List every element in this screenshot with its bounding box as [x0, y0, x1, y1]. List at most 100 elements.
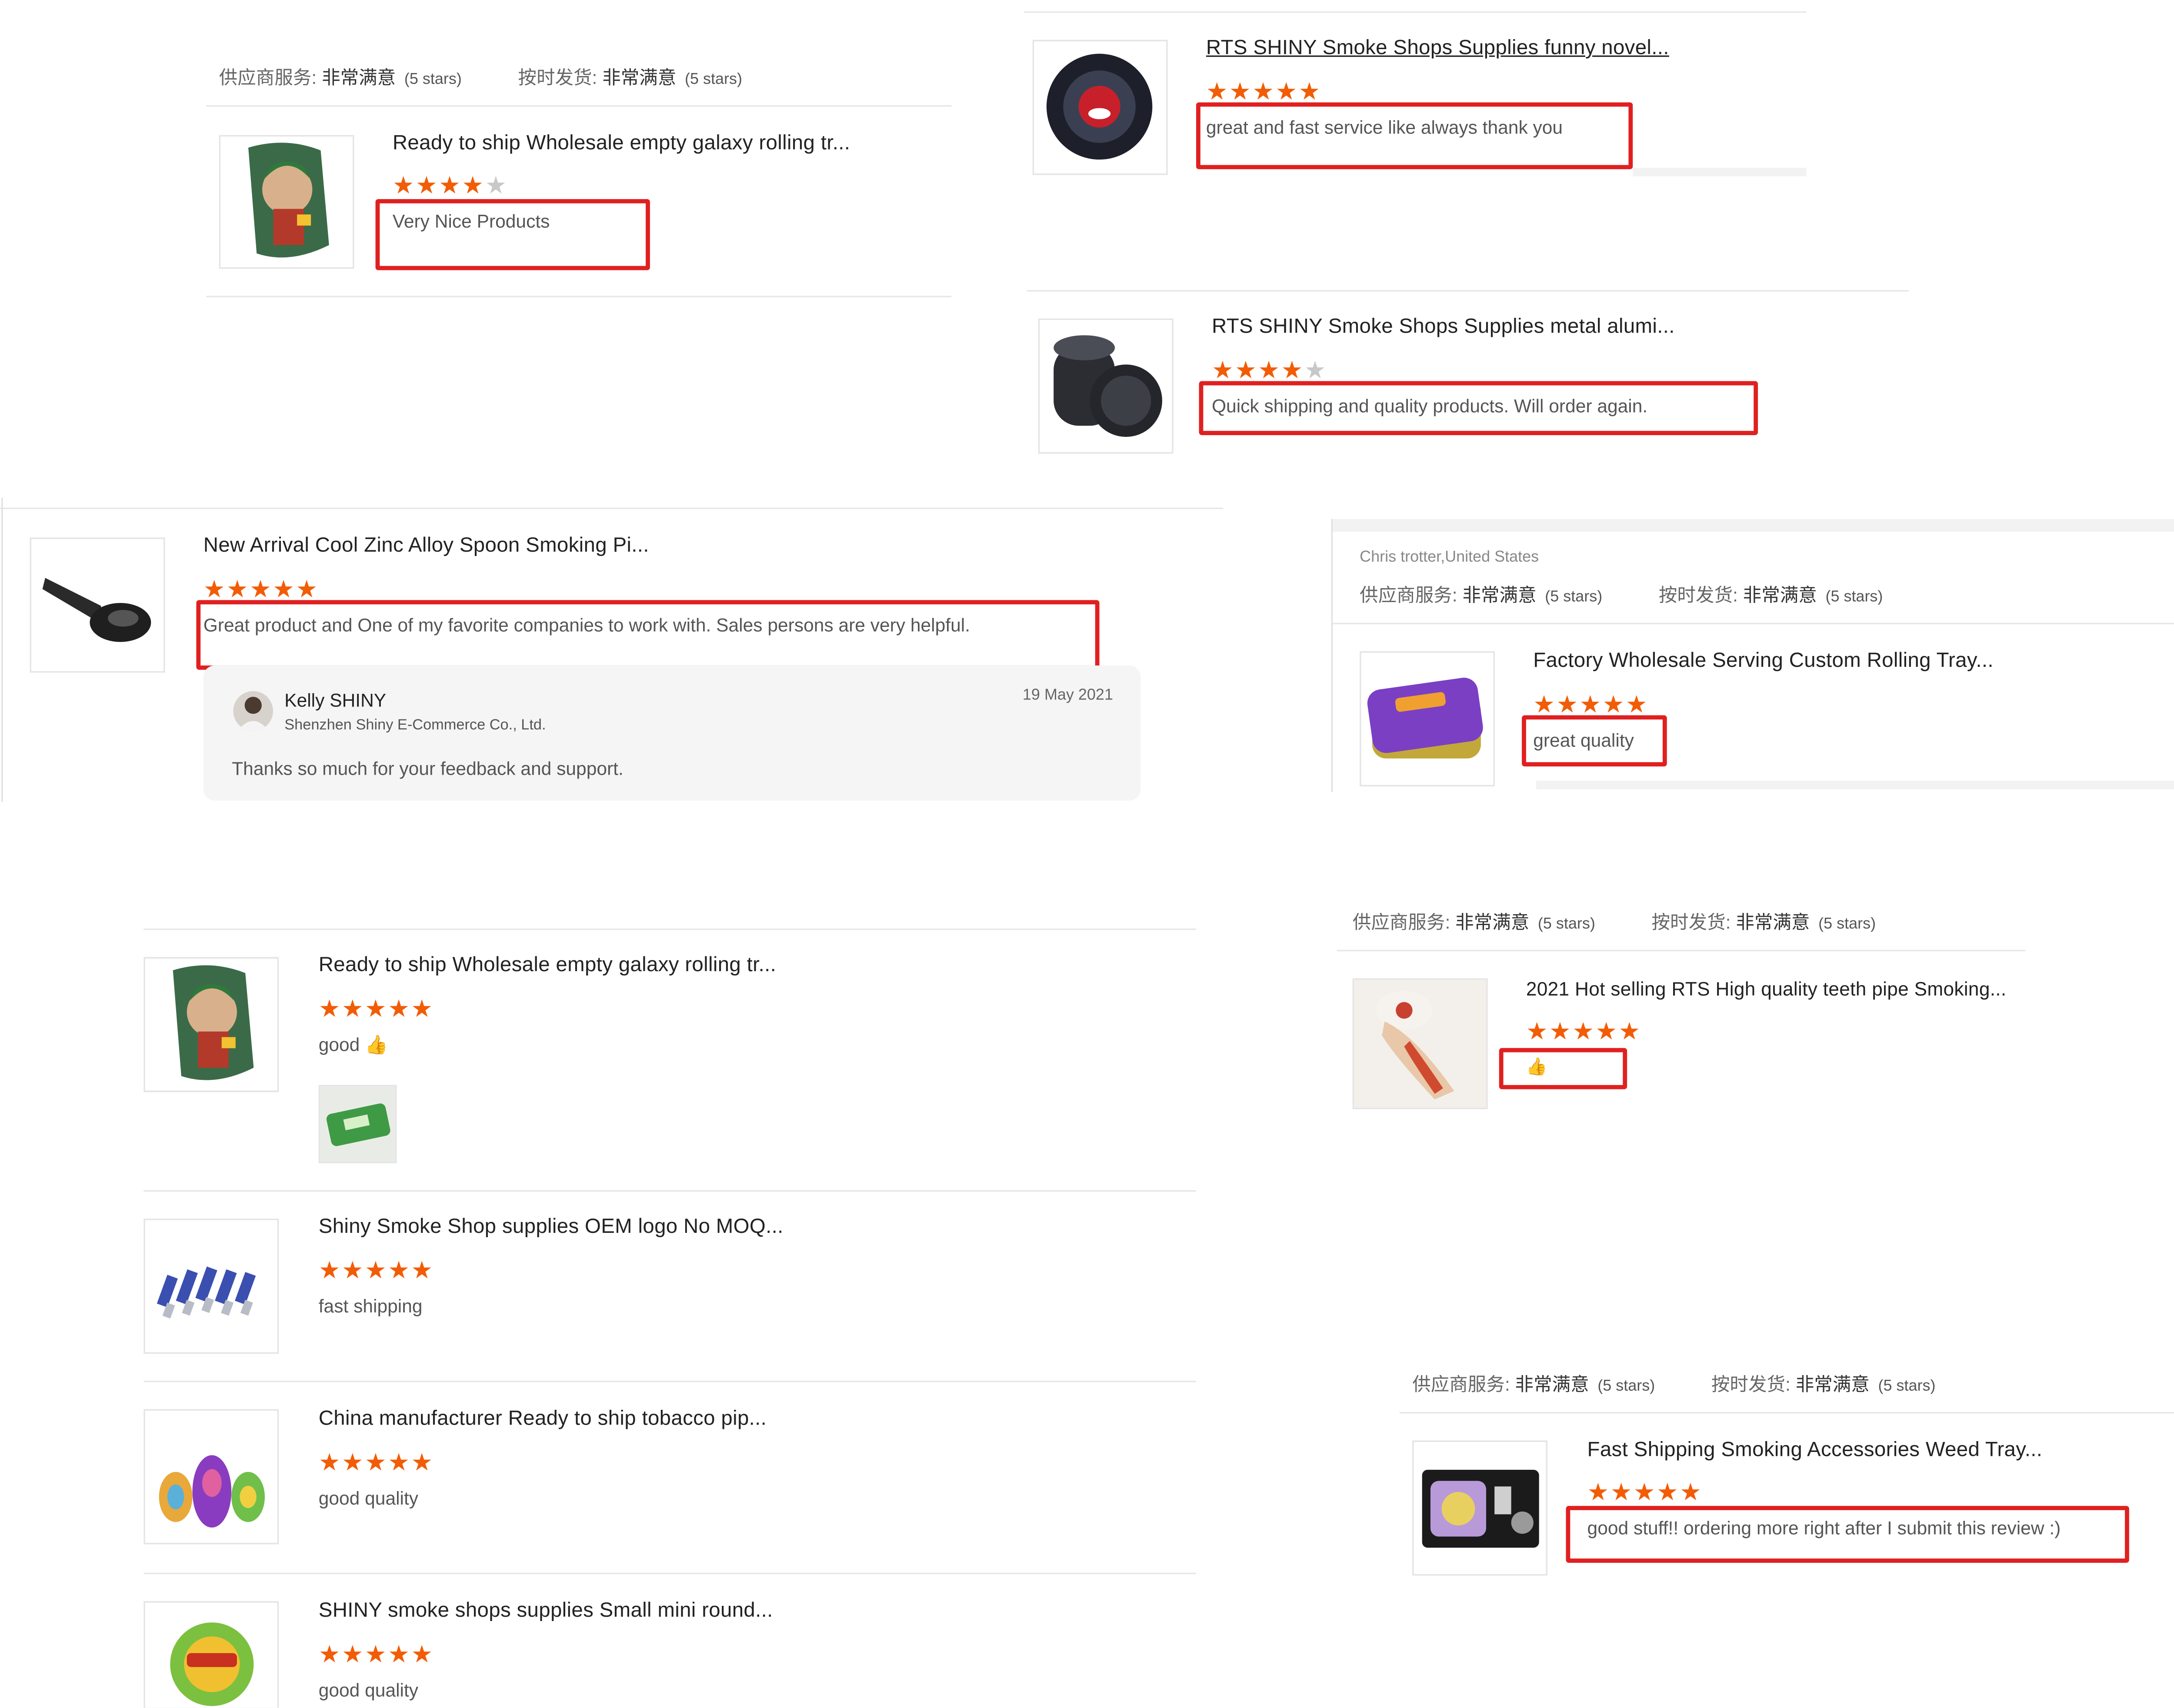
- star-rating: ★★★★★: [1206, 80, 1322, 104]
- star-filled-icon: ★: [1610, 1478, 1634, 1506]
- divider: [143, 1572, 1196, 1575]
- star-filled-icon: ★: [341, 995, 365, 1022]
- star-rating: ★★★★★: [1212, 358, 1327, 383]
- star-filled-icon: ★: [318, 1449, 342, 1476]
- divider: [1024, 11, 1807, 13]
- green-tray-photo: [320, 1086, 396, 1162]
- star-filled-icon: ★: [1526, 1018, 1550, 1045]
- reply-date: 19 May 2021: [1022, 686, 1113, 704]
- supplier-service-stars: (5 stars): [404, 71, 462, 88]
- product-title[interactable]: Factory Wholesale Serving Custom Rolling…: [1533, 650, 1994, 673]
- star-filled-icon: ★: [273, 576, 296, 603]
- star-filled-icon: ★: [388, 1449, 411, 1476]
- star-filled-icon: ★: [388, 995, 411, 1022]
- product-title[interactable]: New Arrival Cool Zinc Alloy Spoon Smokin…: [203, 535, 649, 557]
- product-thumbnail[interactable]: [143, 1601, 279, 1708]
- supplier-service-rating: 非常满意: [1455, 911, 1530, 933]
- supplier-service-stars: (5 stars): [1597, 1378, 1655, 1395]
- review-comment: good 👍: [318, 1034, 388, 1055]
- star-filled-icon: ★: [392, 172, 416, 199]
- product-thumbnail[interactable]: [143, 1409, 279, 1545]
- product-thumbnail[interactable]: [1032, 40, 1168, 175]
- supplier-service-rating: 非常满意: [1515, 1373, 1589, 1395]
- product-thumbnail[interactable]: [143, 1219, 279, 1354]
- person-avatar-icon: [237, 696, 269, 731]
- highlight-box: [1499, 1048, 1627, 1089]
- product-title[interactable]: Fast Shipping Smoking Accessories Weed T…: [1587, 1439, 2043, 1462]
- star-filled-icon: ★: [1602, 691, 1626, 718]
- star-filled-icon: ★: [462, 172, 485, 199]
- star-filled-icon: ★: [1556, 691, 1580, 718]
- divider: [1536, 780, 2174, 789]
- star-filled-icon: ★: [1587, 1478, 1610, 1506]
- product-title[interactable]: Ready to ship Wholesale empty galaxy rol…: [319, 954, 776, 977]
- star-filled-icon: ★: [1281, 357, 1304, 384]
- star-filled-icon: ★: [365, 995, 388, 1022]
- product-thumbnail[interactable]: [1352, 978, 1488, 1109]
- review-photo[interactable]: [318, 1085, 397, 1163]
- star-filled-icon: ★: [365, 1257, 388, 1284]
- divider: [0, 507, 1224, 509]
- star-filled-icon: ★: [1206, 78, 1230, 106]
- divider: [1633, 167, 1807, 176]
- product-title[interactable]: 2021 Hot selling RTS High quality teeth …: [1526, 979, 2007, 1000]
- star-filled-icon: ★: [388, 1257, 411, 1284]
- star-filled-icon: ★: [1595, 1018, 1619, 1045]
- divider: [1333, 623, 2174, 625]
- delivery-stars: (5 stars): [1825, 589, 1883, 606]
- rating-meta: 供应商服务: 非常满意 (5 stars) 按时发货: 非常满意 (5 stars): [1360, 580, 1883, 607]
- reviewer-name: Chris trotter,United States: [1360, 549, 1539, 566]
- highlight-box: [375, 199, 650, 270]
- star-rating: ★★★★★: [319, 1451, 434, 1475]
- product-thumbnail[interactable]: [1038, 318, 1174, 454]
- product-title[interactable]: RTS SHINY Smoke Shops Supplies funny nov…: [1206, 37, 1669, 60]
- star-filled-icon: ★: [1533, 691, 1557, 718]
- star-filled-icon: ★: [1275, 78, 1299, 106]
- product-thumbnail[interactable]: [1360, 651, 1495, 786]
- star-filled-icon: ★: [1211, 357, 1235, 384]
- star-rating: ★★★★★: [319, 1642, 434, 1667]
- delivery-rating: 非常满意: [1743, 584, 1817, 606]
- review-comment: fast shipping: [318, 1295, 423, 1317]
- delivery-label: 按时发货:: [518, 67, 597, 88]
- product-thumbnail[interactable]: [219, 135, 354, 269]
- star-filled-icon: ★: [203, 576, 227, 603]
- reply-text: Thanks so much for your feedback and sup…: [232, 758, 624, 779]
- star-filled-icon: ★: [318, 1257, 342, 1284]
- rolling-tray-joker-image: [145, 959, 277, 1090]
- tray-kit-image: [1414, 1442, 1546, 1575]
- delivery-label: 按时发货:: [1711, 1373, 1791, 1395]
- product-thumbnail[interactable]: [143, 957, 279, 1092]
- product-title[interactable]: China manufacturer Ready to ship tobacco…: [319, 1408, 767, 1430]
- star-filled-icon: ★: [1572, 1018, 1596, 1045]
- product-title[interactable]: SHINY smoke shops supplies Small mini ro…: [319, 1600, 773, 1622]
- star-filled-icon: ★: [296, 576, 319, 603]
- star-filled-icon: ★: [1549, 1018, 1573, 1045]
- delivery-stars: (5 stars): [1818, 916, 1876, 933]
- star-filled-icon: ★: [1633, 1478, 1657, 1506]
- star-filled-icon: ★: [318, 995, 342, 1022]
- star-rating: ★★★★★: [319, 1259, 434, 1283]
- supplier-service-stars: (5 stars): [1537, 916, 1595, 933]
- product-title[interactable]: RTS SHINY Smoke Shops Supplies metal alu…: [1212, 316, 1675, 338]
- rating-meta: 供应商服务: 非常满意 (5 stars) 按时发货: 非常满意 (5 stars): [1353, 907, 1876, 934]
- product-thumbnail[interactable]: [1412, 1440, 1547, 1576]
- panel-edge: [1331, 519, 1333, 792]
- silicone-pipes-image: [145, 1410, 277, 1543]
- delivery-stars: (5 stars): [1878, 1378, 1936, 1395]
- review-comment: good quality: [318, 1679, 419, 1701]
- star-filled-icon: ★: [439, 172, 462, 199]
- star-filled-icon: ★: [411, 995, 434, 1022]
- star-rating: ★★★★★: [1526, 1019, 1642, 1044]
- star-filled-icon: ★: [411, 1641, 434, 1668]
- metal-pipes-image: [145, 1220, 277, 1352]
- star-filled-icon: ★: [1625, 691, 1649, 718]
- product-title[interactable]: Shiny Smoke Shop supplies OEM logo No MO…: [319, 1216, 784, 1239]
- star-filled-icon: ★: [341, 1257, 365, 1284]
- star-filled-icon: ★: [411, 1257, 434, 1284]
- round-ashtray-image: [145, 1603, 277, 1708]
- product-title[interactable]: Ready to ship Wholesale empty galaxy rol…: [393, 132, 850, 155]
- product-thumbnail[interactable]: [30, 537, 165, 673]
- star-filled-icon: ★: [1258, 357, 1281, 384]
- highlight-box: [1566, 1506, 2129, 1563]
